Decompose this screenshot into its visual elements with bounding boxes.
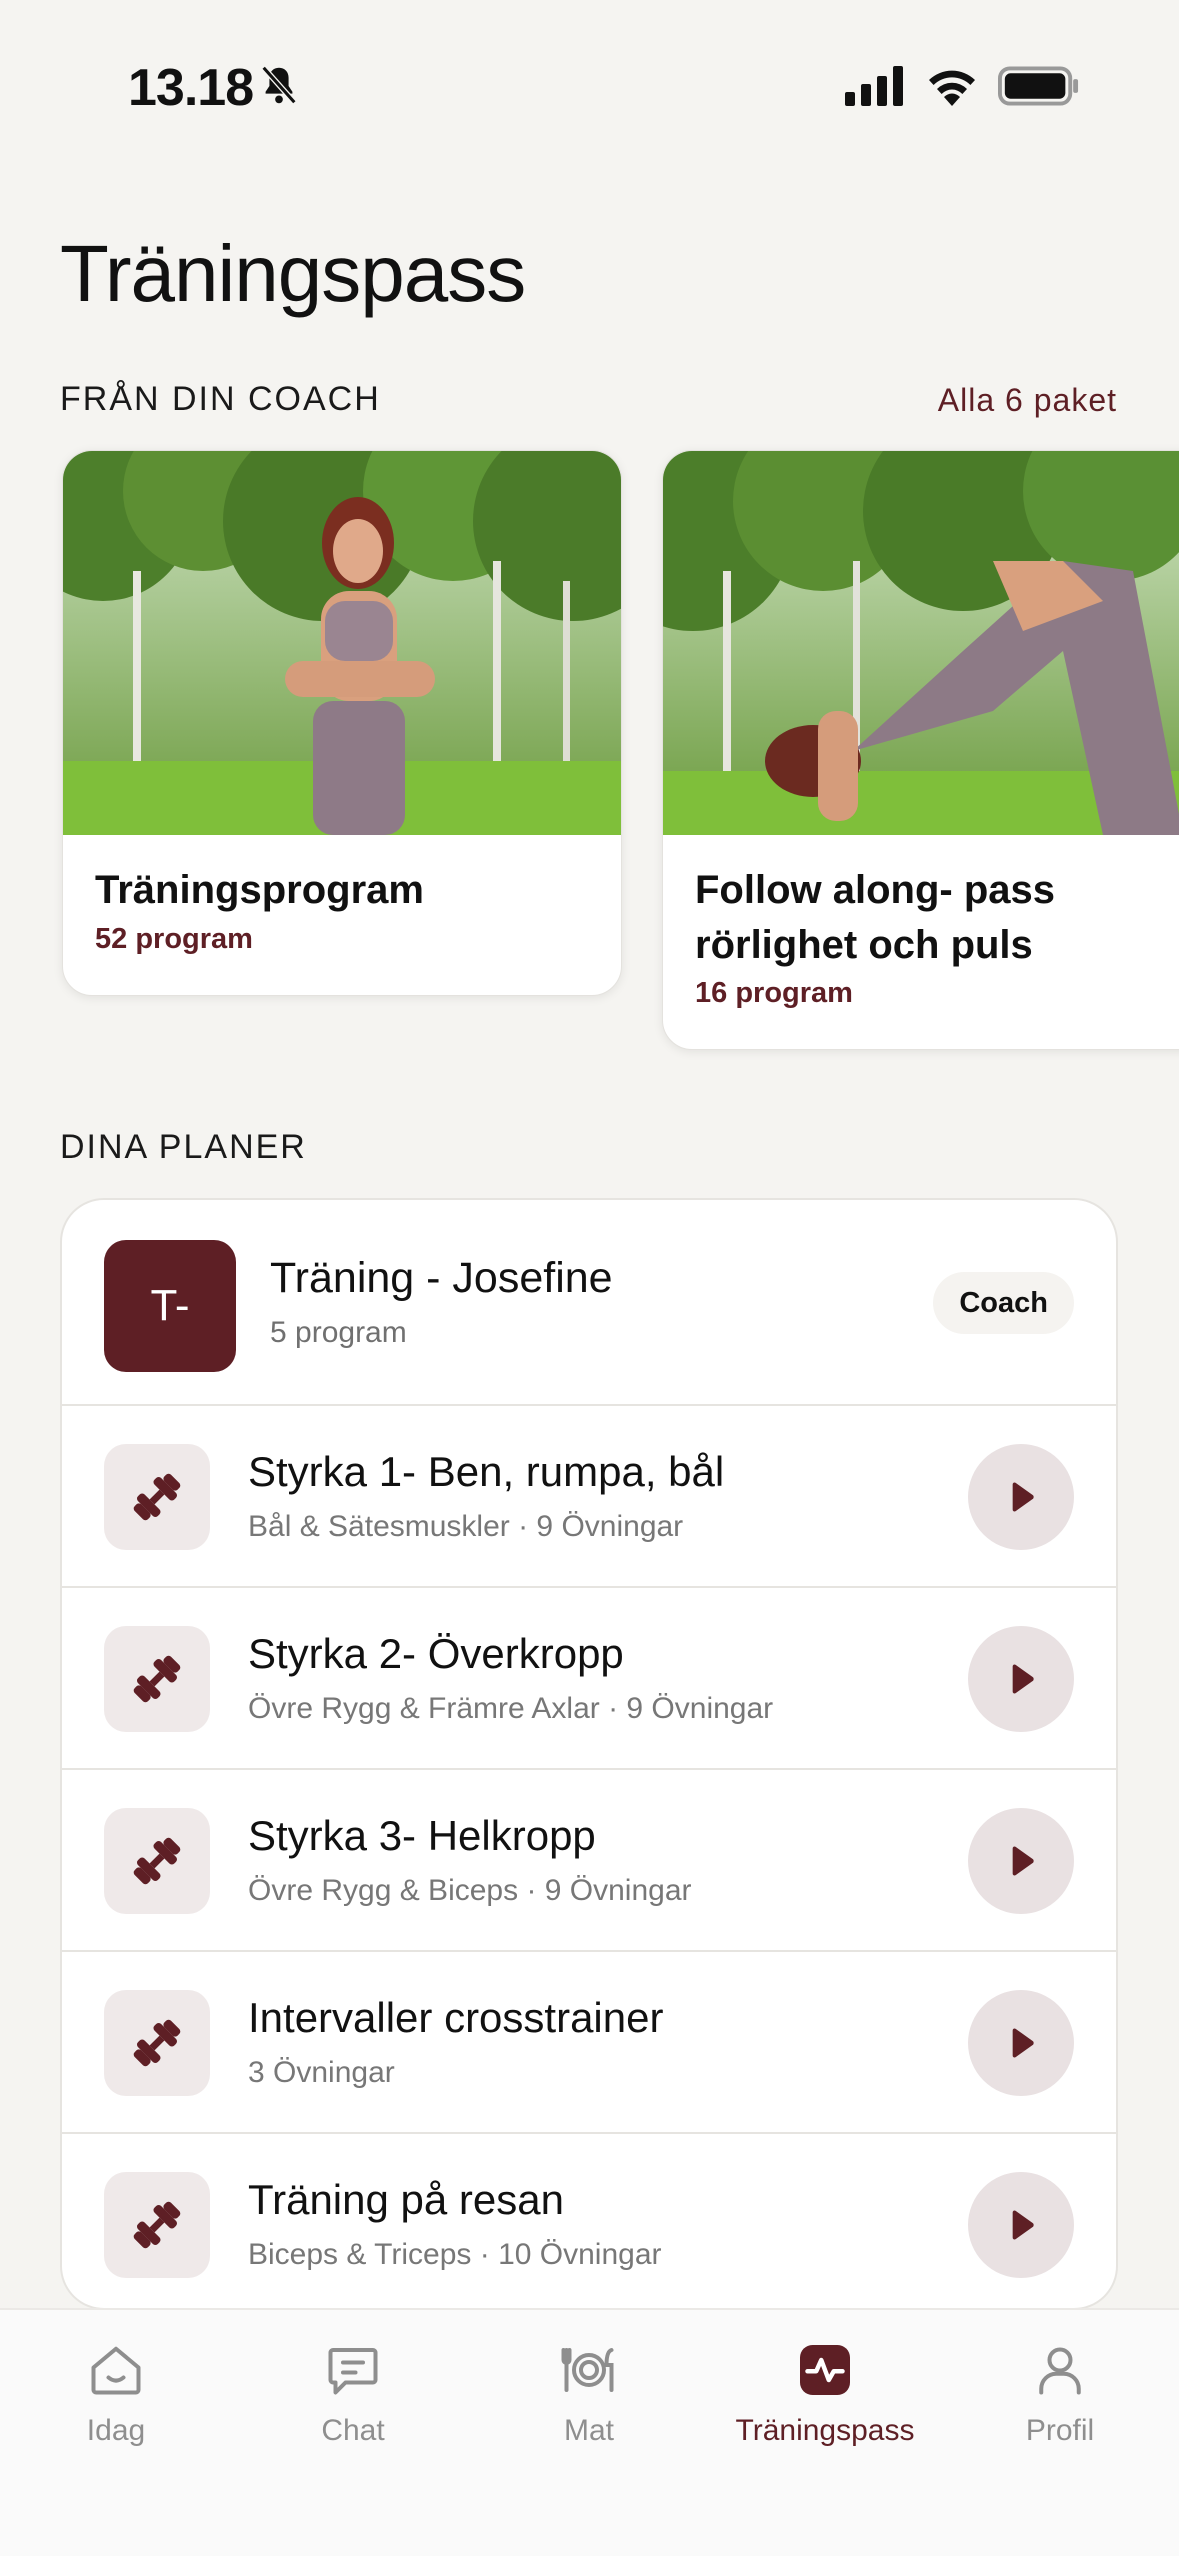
home-icon xyxy=(91,2346,141,2395)
dumbbell-icon xyxy=(104,1990,210,2096)
tab-label: Profil xyxy=(1025,2414,1095,2447)
tab-label: Chat xyxy=(321,2414,385,2447)
plans-list: T- Träning - Josefine 5 program Coach St… xyxy=(60,1198,1118,2310)
tab-label: Idag xyxy=(86,2414,146,2447)
workout-title: Styrka 2- Överkropp xyxy=(248,1630,624,1677)
card-count: 16 program xyxy=(695,977,853,1009)
workout-subtitle: Övre Rygg & Främre Axlar · 9 Övningar xyxy=(248,1692,774,1725)
workout-row[interactable]: Träning på resan Biceps & Triceps · 10 Ö… xyxy=(62,2132,1116,2308)
play-button[interactable] xyxy=(968,1626,1074,1732)
tab-profil[interactable]: Profil xyxy=(960,2340,1160,2448)
status-bar: 13.18 xyxy=(0,0,1179,150)
workout-row[interactable]: Intervaller crosstrainer 3 Övningar xyxy=(62,1950,1116,2132)
plate-icon xyxy=(561,2348,614,2392)
plan-name: Träning - Josefine xyxy=(270,1254,613,1302)
person-icon xyxy=(1039,2347,1081,2395)
play-button[interactable] xyxy=(968,1990,1074,2096)
workout-title: Intervaller crosstrainer xyxy=(248,1994,664,2041)
tab-chat[interactable]: Chat xyxy=(253,2340,453,2448)
chat-icon xyxy=(328,2348,378,2395)
dumbbell-icon xyxy=(104,1626,210,1732)
status-time: 13.18 xyxy=(128,59,254,117)
battery-icon xyxy=(998,66,1079,106)
dumbbell-icon xyxy=(104,1808,210,1914)
wifi-icon xyxy=(929,70,975,106)
dumbbell-icon xyxy=(104,2172,210,2278)
coach-photo xyxy=(663,451,1179,835)
play-icon xyxy=(1012,2210,1034,2240)
card-title: Follow along- pass rörlighet och puls xyxy=(695,868,1056,967)
card-title: Träningsprogram xyxy=(95,868,424,912)
workout-subtitle: Biceps & Triceps · 10 Övningar xyxy=(248,2238,662,2271)
workout-row[interactable]: Styrka 2- Överkropp Övre Rygg & Främre A… xyxy=(62,1586,1116,1768)
coach-card-follow-along[interactable]: Follow along- pass rörlighet och puls 16… xyxy=(662,450,1179,1050)
workout-title: Styrka 3- Helkropp xyxy=(248,1812,596,1859)
tab-label: Träningspass xyxy=(735,2414,915,2447)
play-icon xyxy=(1012,1664,1034,1694)
all-packages-link[interactable]: Alla 6 paket xyxy=(938,382,1117,419)
bell-muted-icon xyxy=(261,65,297,105)
workout-subtitle: 3 Övningar xyxy=(248,2056,395,2089)
dumbbell-icon xyxy=(104,1444,210,1550)
workout-title: Träning på resan xyxy=(248,2176,564,2223)
play-icon xyxy=(1012,1846,1034,1876)
tab-label: Mat xyxy=(563,2414,614,2447)
plan-header[interactable]: T- Träning - Josefine 5 program Coach xyxy=(62,1200,1116,1404)
coach-card-training-program[interactable]: Träningsprogram 52 program xyxy=(62,450,622,996)
coach-badge: Coach xyxy=(933,1272,1074,1334)
workout-row[interactable]: Styrka 1- Ben, rumpa, bål Bål & Sätesmus… xyxy=(62,1404,1116,1586)
plans-section-title: DINA PLANER xyxy=(60,1128,307,1166)
tab-mat[interactable]: Mat xyxy=(489,2340,689,2448)
tab-idag[interactable]: Idag xyxy=(16,2340,216,2448)
play-button[interactable] xyxy=(968,2172,1074,2278)
workout-subtitle: Övre Rygg & Biceps · 9 Övningar xyxy=(248,1874,692,1907)
plan-avatar: T- xyxy=(104,1240,236,1372)
coach-photo xyxy=(63,451,621,835)
play-button[interactable] xyxy=(968,1808,1074,1914)
play-icon xyxy=(1012,1482,1034,1512)
page-title: Träningspass xyxy=(60,229,526,318)
plan-program-count: 5 program xyxy=(270,1316,407,1349)
activity-icon xyxy=(800,2345,850,2395)
tab-traningspass[interactable]: Träningspass xyxy=(725,2340,925,2448)
coach-section-title: FRÅN DIN COACH xyxy=(60,380,381,418)
tab-bar: Idag Chat Mat Träningspass Profil xyxy=(0,2308,1179,2556)
workout-title: Styrka 1- Ben, rumpa, bål xyxy=(248,1448,725,1495)
play-button[interactable] xyxy=(968,1444,1074,1550)
play-icon xyxy=(1012,2028,1034,2058)
card-count: 52 program xyxy=(95,923,253,955)
workout-row[interactable]: Styrka 3- Helkropp Övre Rygg & Biceps · … xyxy=(62,1768,1116,1950)
cellular-signal-icon xyxy=(845,66,903,106)
workout-subtitle: Bål & Sätesmuskler · 9 Övningar xyxy=(248,1510,684,1543)
